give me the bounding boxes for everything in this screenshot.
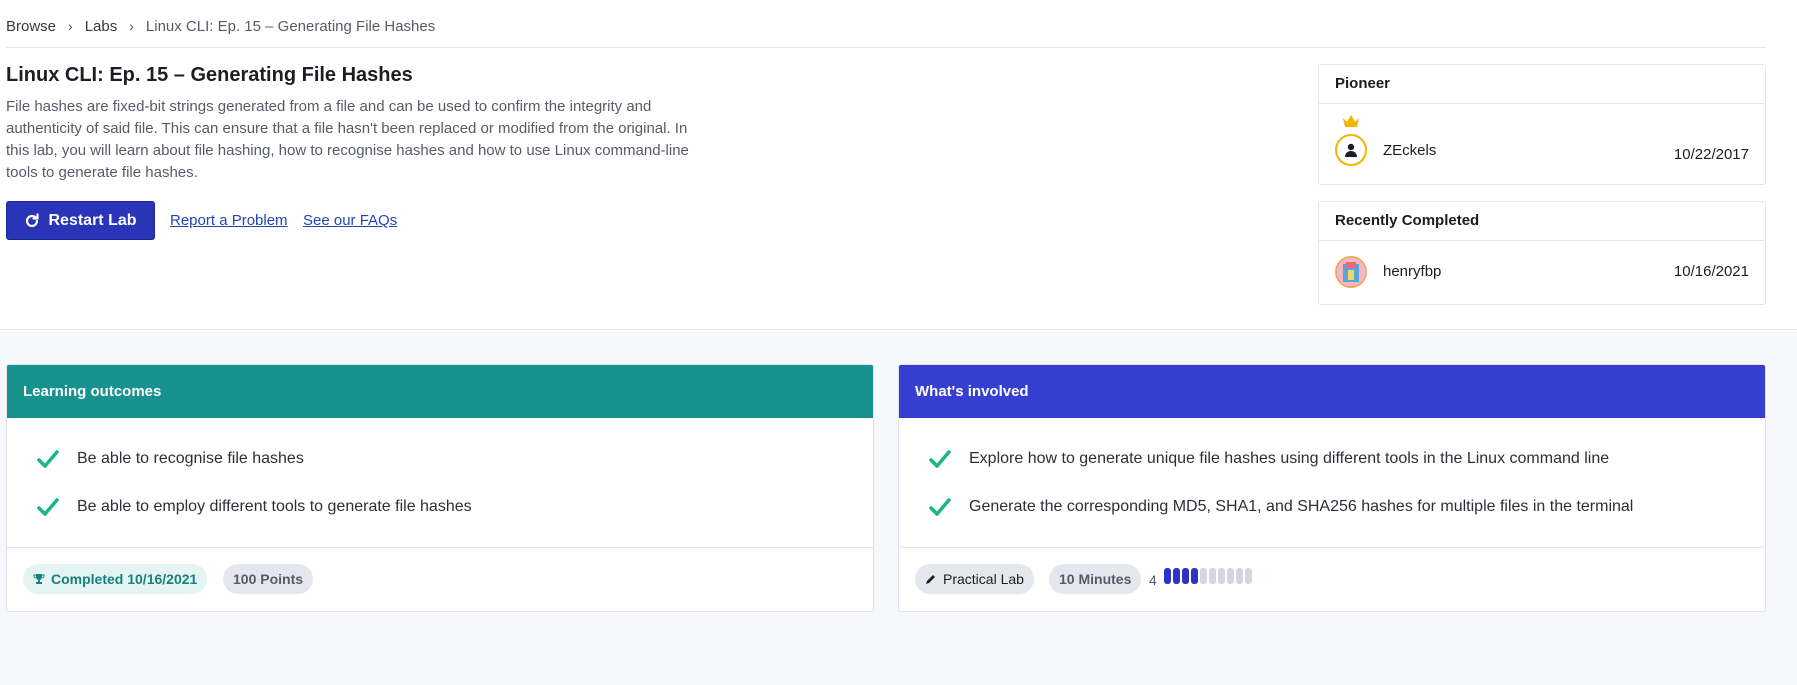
trophy-icon: [33, 574, 45, 584]
difficulty-bar: [1191, 568, 1198, 584]
outcome-item: Be able to employ different tools to gen…: [37, 496, 472, 518]
restart-icon: [26, 212, 40, 227]
involved-text: Explore how to generate unique file hash…: [969, 450, 1610, 467]
whats-involved-panel: What's involved Explore how to generate …: [898, 364, 1766, 612]
recently-completed-name[interactable]: henryfbp: [1383, 263, 1441, 280]
recently-completed-row: henryfbp 10/16/2021: [1319, 241, 1765, 304]
page-title: Linux CLI: Ep. 15 – Generating File Hash…: [6, 64, 413, 86]
divider: [899, 547, 1765, 548]
involved-text: Generate the corresponding MD5, SHA1, an…: [969, 498, 1634, 515]
breadcrumb-labs[interactable]: Labs: [85, 18, 118, 35]
breadcrumb: Browse › Labs › Linux CLI: Ep. 15 – Gene…: [6, 18, 1766, 48]
difficulty-bar: [1182, 568, 1189, 584]
pioneer-name[interactable]: ZEckels: [1383, 142, 1436, 159]
whats-involved-heading: What's involved: [899, 365, 1765, 418]
points-label: 100 Points: [233, 571, 304, 587]
breadcrumb-separator: ›: [129, 18, 134, 34]
recently-completed-heading: Recently Completed: [1319, 202, 1765, 241]
difficulty-bar: [1227, 568, 1234, 584]
check-icon: [37, 450, 59, 468]
report-problem-link[interactable]: Report a Problem: [170, 212, 288, 229]
check-icon: [929, 498, 951, 516]
avatar[interactable]: [1335, 134, 1367, 166]
learning-outcomes-panel: Learning outcomes Be able to recognise f…: [6, 364, 874, 612]
pioneer-card: Pioneer ZEckels 10/22/2017: [1318, 64, 1766, 185]
pioneer-date: 10/22/2017: [1673, 146, 1749, 163]
pioneer-row: ZEckels 10/22/2017: [1319, 104, 1765, 184]
breadcrumb-browse[interactable]: Browse: [6, 18, 56, 35]
restart-lab-label: Restart Lab: [48, 211, 137, 229]
difficulty-meter: [1164, 568, 1252, 584]
outcome-text: Be able to recognise file hashes: [77, 450, 304, 467]
pioneer-heading: Pioneer: [1319, 65, 1765, 104]
breadcrumb-current: Linux CLI: Ep. 15 – Generating File Hash…: [145, 18, 436, 35]
lab-type-badge: Practical Lab: [915, 564, 1034, 594]
learning-outcomes-heading: Learning outcomes: [7, 365, 873, 418]
lab-type-label: Practical Lab: [943, 571, 1024, 587]
check-icon: [37, 498, 59, 516]
avatar-image-icon: [1337, 258, 1365, 286]
avatar[interactable]: [1335, 256, 1367, 288]
lab-header-section: Browse › Labs › Linux CLI: Ep. 15 – Gene…: [0, 0, 1797, 330]
breadcrumb-separator: ›: [68, 18, 73, 34]
points-badge: 100 Points: [223, 564, 314, 594]
difficulty-bar: [1173, 568, 1180, 584]
involved-item: Explore how to generate unique file hash…: [929, 448, 1609, 470]
difficulty-bar: [1164, 568, 1171, 584]
difficulty-number: 4: [1149, 572, 1157, 588]
pencil-icon: [926, 575, 935, 584]
restart-lab-button[interactable]: Restart Lab: [6, 201, 155, 240]
divider: [7, 547, 873, 548]
recently-completed-card: Recently Completed henryfbp 10/16/2021: [1318, 201, 1766, 305]
completed-badge: Completed 10/16/2021: [23, 564, 208, 594]
difficulty-bar: [1209, 568, 1216, 584]
difficulty-bar: [1245, 568, 1252, 584]
crown-icon: [1343, 115, 1359, 127]
outcome-item: Be able to recognise file hashes: [37, 448, 304, 470]
lab-description: File hashes are fixed-bit strings genera…: [6, 98, 689, 181]
difficulty-bar: [1218, 568, 1225, 584]
recently-completed-date: 10/16/2021: [1673, 263, 1749, 280]
outcome-text: Be able to employ different tools to gen…: [77, 498, 472, 515]
faq-link[interactable]: See our FAQs: [303, 212, 397, 229]
completed-label: Completed 10/16/2021: [51, 571, 198, 587]
difficulty-bar: [1236, 568, 1243, 584]
duration-badge: 10 Minutes: [1049, 564, 1142, 594]
difficulty-bar: [1200, 568, 1207, 584]
duration-label: 10 Minutes: [1059, 571, 1132, 587]
check-icon: [929, 450, 951, 468]
involved-item: Generate the corresponding MD5, SHA1, an…: [929, 496, 1633, 518]
user-icon: [1345, 143, 1357, 157]
